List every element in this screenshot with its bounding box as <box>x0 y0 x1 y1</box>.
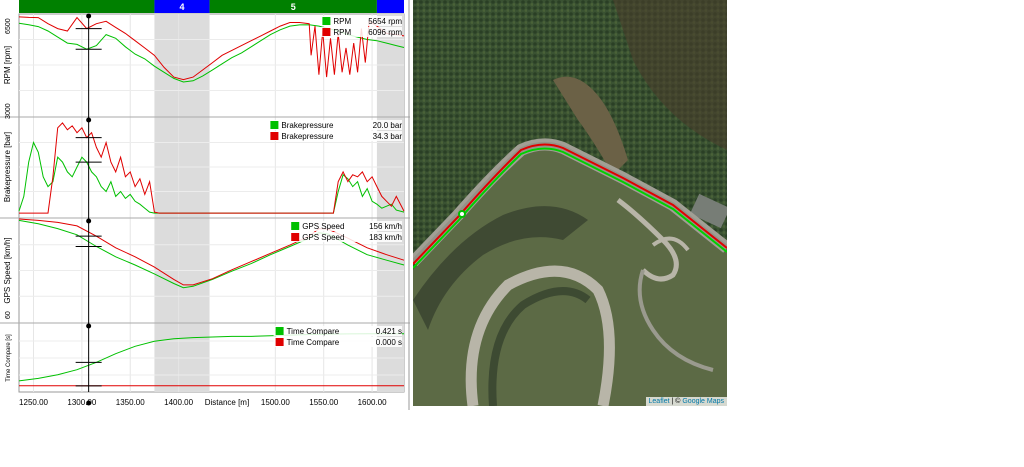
lap-analysis-panel: 4 5 RPM [rpm] 3000 6500 RPM 5654 rpm RPM 6096 rp… <box>0 0 410 410</box>
satellite-image <box>413 0 727 406</box>
x-tick-label: 1600.00 <box>358 398 387 407</box>
x-tick-label: 1400.00 <box>164 398 193 407</box>
legend-value: 5654 rpm <box>368 17 402 26</box>
cursor-handle[interactable] <box>86 13 92 19</box>
lap-analysis-chart[interactable]: 4 5 RPM [rpm] 3000 6500 RPM 5654 rpm RPM 6096 rp… <box>0 0 410 410</box>
legend-value: 20.0 bar <box>373 121 403 130</box>
x-tick-label: 1500.00 <box>261 398 290 407</box>
legend-swatch[interactable] <box>275 338 284 346</box>
legend-swatch[interactable] <box>291 233 300 241</box>
x-tick-label: 1350.00 <box>116 398 145 407</box>
leaflet-link[interactable]: Leaflet <box>649 398 670 405</box>
legend-swatch[interactable] <box>275 327 284 335</box>
legend-name: RPM <box>333 17 351 26</box>
x-tick-label: 1550.00 <box>309 398 338 407</box>
y-tick-label: 60 <box>5 311 12 319</box>
legend-name: Brakepressure <box>281 121 334 130</box>
sector-bar-4[interactable] <box>376 0 404 13</box>
legend-name: Time Compare <box>287 338 340 347</box>
sector-label-5: 5 <box>291 2 296 12</box>
legend-name: GPS Speed <box>302 222 344 231</box>
google-maps-link[interactable]: Google Maps <box>682 398 724 405</box>
legend-swatch[interactable] <box>270 132 279 140</box>
x-tick-label: 1250.00 <box>19 398 48 407</box>
cursor-handle[interactable] <box>86 323 92 329</box>
legend-value: 156 km/h <box>369 222 402 231</box>
legend-value: 183 km/h <box>369 233 402 242</box>
attribution-separator: | © <box>669 398 683 405</box>
y-axis-label-3: GPS Speed [km/h] <box>3 237 12 303</box>
legend-value: 0.000 s <box>376 338 402 347</box>
x-axis-label: Distance [m] <box>205 398 249 407</box>
cursor-handle[interactable] <box>86 117 92 123</box>
legend-name: RPM <box>333 28 351 37</box>
legend-name: Time Compare <box>287 327 340 336</box>
legend-swatch[interactable] <box>270 121 279 129</box>
legend-swatch[interactable] <box>322 28 331 36</box>
x-tick-label: 1300.00 <box>67 398 96 407</box>
legend-swatch[interactable] <box>322 17 331 25</box>
sector-bar-1[interactable] <box>19 0 155 13</box>
y-axis-label-4: Time Compare [s] <box>6 334 12 382</box>
legend-swatch[interactable] <box>291 222 300 230</box>
track-map[interactable]: Leaflet | © Google Maps <box>413 0 727 406</box>
cursor-handle[interactable] <box>86 218 92 224</box>
y-axis-label-1: RPM [rpm] <box>3 46 12 84</box>
map-attribution: Leaflet | © Google Maps <box>645 397 727 406</box>
position-marker[interactable] <box>458 210 466 218</box>
y-tick-label: 3000 <box>5 103 12 119</box>
legend-name: Brakepressure <box>281 132 334 141</box>
y-axis-label-2: Brakepressure [bar] <box>3 132 12 202</box>
sector-label-4: 4 <box>179 2 184 12</box>
legend-name: GPS Speed <box>302 233 344 242</box>
legend-value: 34.3 bar <box>373 132 403 141</box>
legend-value: 0.421 s <box>376 327 402 336</box>
y-tick-label: 6500 <box>5 18 12 34</box>
legend-value: 6096 rpm <box>368 28 402 37</box>
